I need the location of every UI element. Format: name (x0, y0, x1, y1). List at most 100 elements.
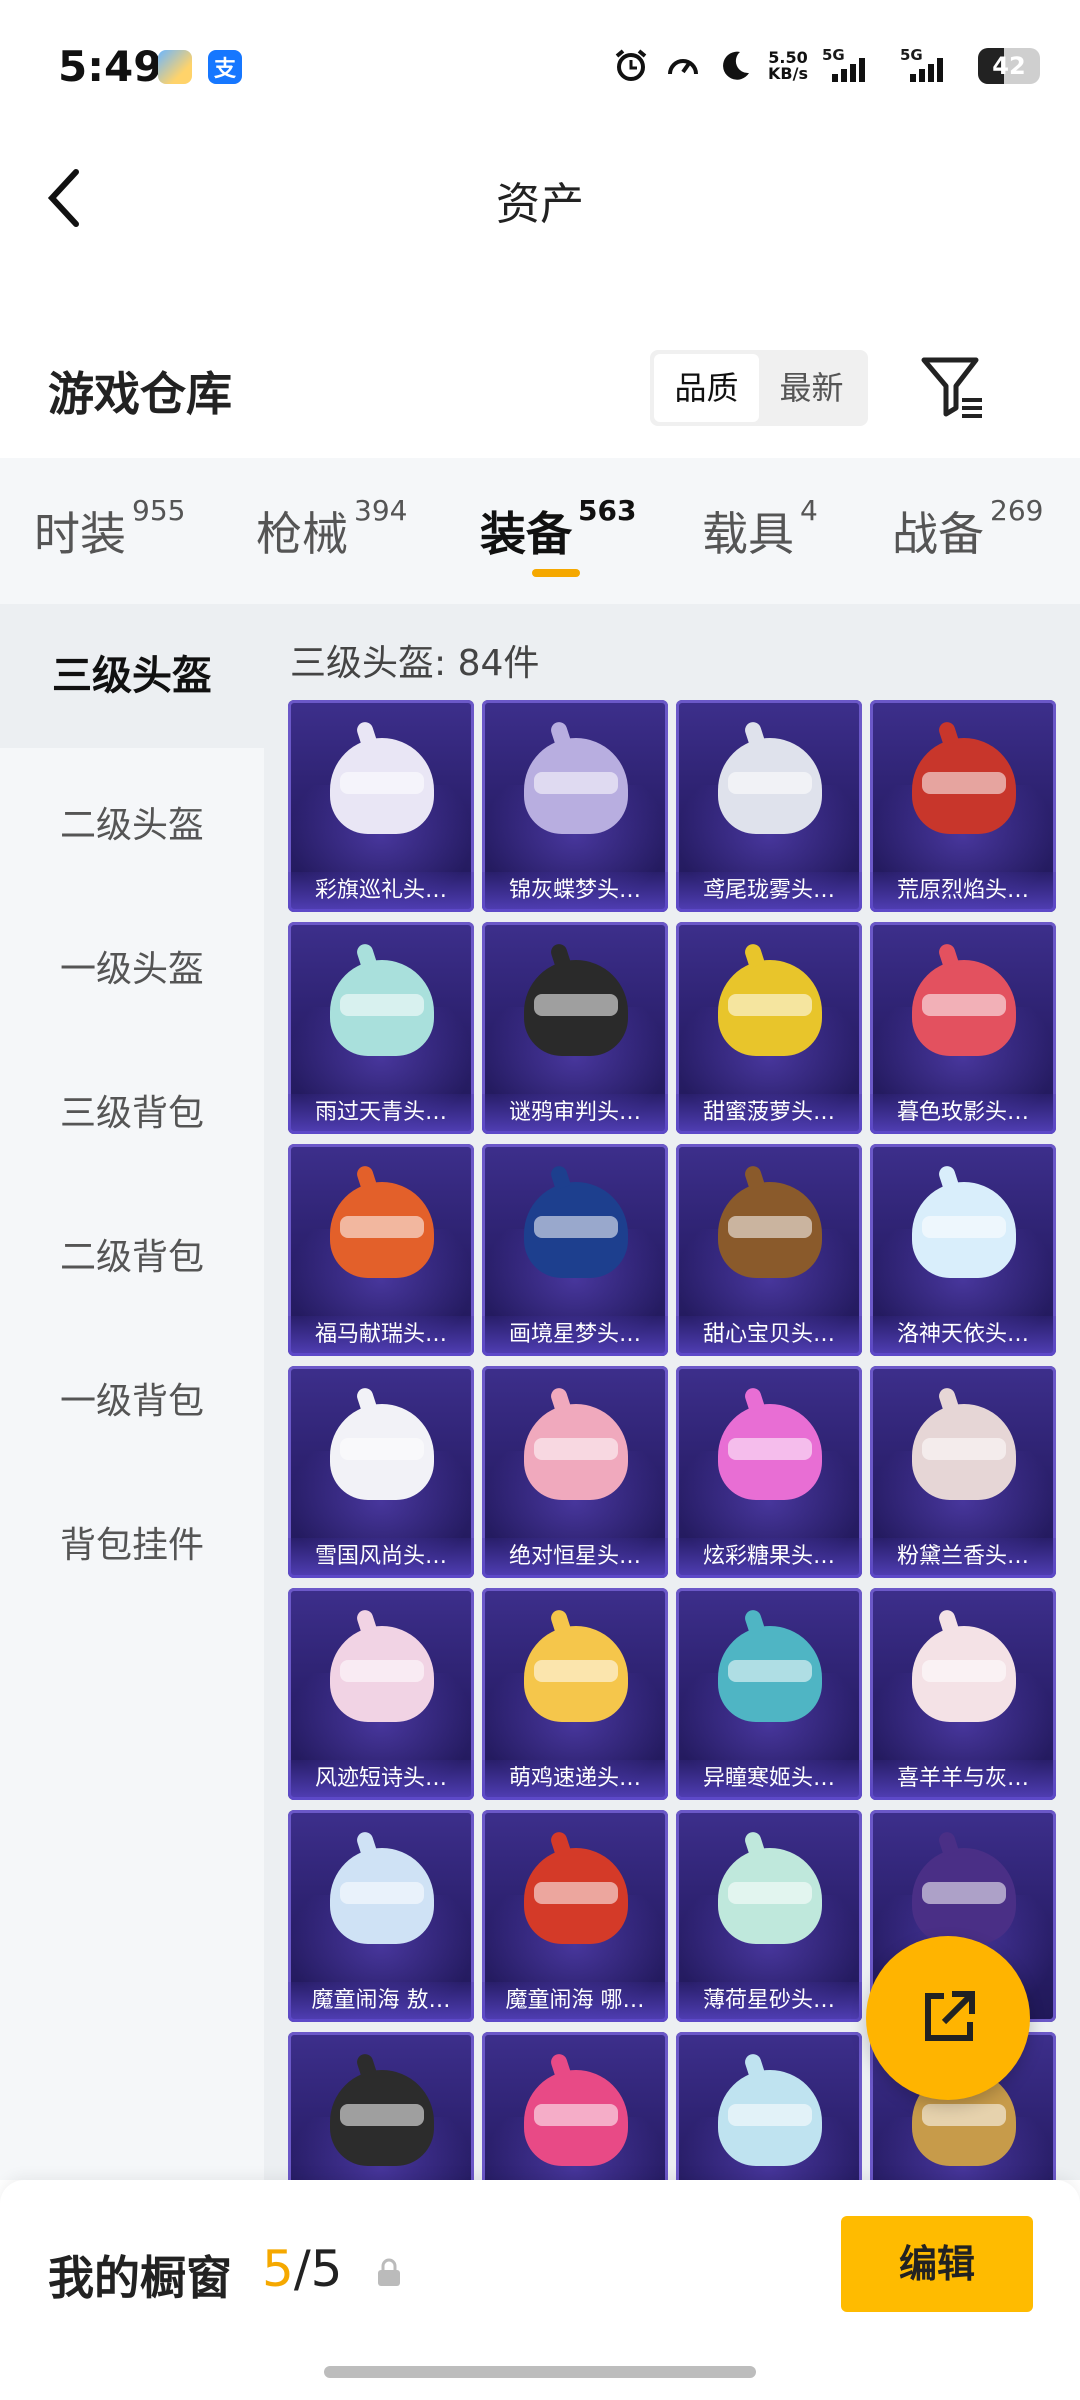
helmet-thumbnail (330, 1626, 434, 1722)
helmet-thumbnail (718, 1182, 822, 1278)
helmet-thumbnail (330, 738, 434, 834)
showcase-bar: 我的橱窗 5/5 编辑 (0, 2180, 1080, 2400)
helmet-item-card[interactable]: 雪国风尚头… (288, 1366, 474, 1578)
helmet-item-card[interactable]: 彩旗巡礼头… (288, 700, 474, 912)
helmet-item-card[interactable]: 粉黛兰香头… (870, 1366, 1056, 1578)
helmet-thumbnail (718, 1404, 822, 1500)
subcategory-sidebar: 三级头盔 二级头盔 一级头盔 三级背包 二级背包 一级背包 背包挂件 (0, 604, 264, 2180)
helmet-thumbnail (718, 960, 822, 1056)
battery-icon: 42 (978, 48, 1040, 84)
helmet-thumbnail (524, 2070, 628, 2166)
sidebar-item-level1-backpack[interactable]: 一级背包 (0, 1372, 264, 1424)
do-not-disturb-moon-icon (716, 47, 754, 85)
helmet-item-card[interactable] (288, 2032, 474, 2180)
helmet-thumbnail (912, 1626, 1016, 1722)
external-share-icon (925, 1991, 975, 2041)
helmet-item-card[interactable]: 锦灰蝶梦头… (482, 700, 668, 912)
category-tabs: 时装 955 枪械 394 装备 563 载具 4 战备 269 (0, 458, 1080, 604)
showcase-count: 5/5 (262, 2240, 343, 2298)
helmet-thumbnail (912, 1404, 1016, 1500)
helmet-item-card[interactable] (676, 2032, 862, 2180)
helmet-item-card[interactable]: 魔童闹海 哪… (482, 1810, 668, 2022)
helmet-thumbnail (718, 2070, 822, 2166)
lock-icon (376, 2258, 402, 2288)
helmet-item-card[interactable]: 甜心宝贝头… (676, 1144, 862, 1356)
item-name: 雨过天青头… (288, 1094, 474, 1134)
status-bar: 5:49 支 5.50 KB/s 5G 5G 42 (0, 0, 1080, 140)
alarm-icon (612, 47, 650, 85)
active-tab-indicator (532, 569, 580, 577)
helmet-thumbnail (912, 1182, 1016, 1278)
helmet-item-card[interactable]: 魔童闹海 敖… (288, 1810, 474, 2022)
item-name: 魔童闹海 敖… (288, 1982, 474, 2022)
helmet-item-card[interactable]: 谜鸦审判头… (482, 922, 668, 1134)
sidebar-item-backpack-charm[interactable]: 背包挂件 (0, 1516, 264, 1568)
item-name: 风迹短诗头… (288, 1760, 474, 1800)
battery-level: 42 (992, 52, 1026, 80)
helmet-item-card[interactable]: 暮色玫影头… (870, 922, 1056, 1134)
sidebar-item-level2-backpack[interactable]: 二级背包 (0, 1228, 264, 1280)
helmet-thumbnail (718, 1848, 822, 1944)
helmet-item-card[interactable]: 洛神天依头… (870, 1144, 1056, 1356)
helmet-thumbnail (524, 738, 628, 834)
tab-equipment[interactable]: 装备 563 (480, 494, 636, 564)
helmet-item-card[interactable]: 甜蜜菠萝头… (676, 922, 862, 1134)
helmet-item-card[interactable]: 福马献瑞头… (288, 1144, 474, 1356)
sidebar-item-level3-backpack[interactable]: 三级背包 (0, 1084, 264, 1136)
item-count-label: 三级头盔: 84件 (290, 643, 540, 684)
sidebar-item-level1-helmet[interactable]: 一级头盔 (0, 940, 264, 992)
share-fab-button[interactable] (866, 1936, 1030, 2100)
tab-vehicles[interactable]: 载具 4 (702, 494, 818, 564)
helmet-thumbnail (330, 1404, 434, 1500)
tab-supplies[interactable]: 战备 269 (892, 494, 1043, 564)
helmet-item-card[interactable]: 荒原烈焰头… (870, 700, 1056, 912)
sort-newest-button[interactable]: 最新 (759, 354, 864, 422)
helmet-thumbnail (718, 1626, 822, 1722)
network-speed: 5.50 KB/s (768, 48, 808, 83)
helmet-item-card[interactable]: 画境星梦头… (482, 1144, 668, 1356)
item-name: 甜心宝贝头… (676, 1316, 862, 1356)
item-name: 异瞳寒姬头… (676, 1760, 862, 1800)
helmet-item-card[interactable] (482, 2032, 668, 2180)
warehouse-title: 游戏仓库 (48, 367, 232, 421)
edit-button[interactable]: 编辑 (841, 2216, 1033, 2312)
signal-sim2-icon: 5G (900, 46, 964, 86)
speedometer-icon (664, 47, 702, 85)
helmet-item-card[interactable]: 风迹短诗头… (288, 1588, 474, 1800)
helmet-thumbnail (912, 1848, 1016, 1944)
item-name: 暮色玫影头… (870, 1094, 1056, 1134)
helmet-thumbnail (524, 1848, 628, 1944)
item-name: 薄荷星砂头… (676, 1982, 862, 2022)
item-name: 锦灰蝶梦头… (482, 872, 668, 912)
item-name: 画境星梦头… (482, 1316, 668, 1356)
helmet-item-card[interactable]: 异瞳寒姬头… (676, 1588, 862, 1800)
sidebar-item-level2-helmet[interactable]: 二级头盔 (0, 796, 264, 848)
status-time: 5:49 (58, 42, 163, 91)
item-name: 喜羊羊与灰… (870, 1760, 1056, 1800)
helmet-item-card[interactable]: 鸢尾珑雾头… (676, 700, 862, 912)
item-name: 洛神天依头… (870, 1316, 1056, 1356)
tab-fashion[interactable]: 时装 955 (34, 494, 185, 564)
helmet-thumbnail (330, 960, 434, 1056)
sidebar-item-level3-helmet[interactable]: 三级头盔 (0, 604, 264, 748)
helmet-thumbnail (718, 738, 822, 834)
helmet-item-card[interactable]: 炫彩糖果头… (676, 1366, 862, 1578)
filter-icon[interactable] (918, 352, 988, 422)
helmet-item-card[interactable]: 绝对恒星头… (482, 1366, 668, 1578)
helmet-item-card[interactable]: 雨过天青头… (288, 922, 474, 1134)
helmet-item-card[interactable]: 萌鸡速递头… (482, 1588, 668, 1800)
sort-quality-button[interactable]: 品质 (654, 354, 759, 422)
item-name: 绝对恒星头… (482, 1538, 668, 1578)
helmet-item-card[interactable]: 喜羊羊与灰… (870, 1588, 1056, 1800)
signal-sim1-icon: 5G (822, 46, 886, 86)
helmet-thumbnail (330, 1848, 434, 1944)
home-indicator[interactable] (324, 2366, 756, 2378)
item-name: 鸢尾珑雾头… (676, 872, 862, 912)
item-name: 彩旗巡礼头… (288, 872, 474, 912)
item-name: 甜蜜菠萝头… (676, 1094, 862, 1134)
tab-weapons[interactable]: 枪械 394 (256, 494, 407, 564)
helmet-item-card[interactable]: 薄荷星砂头… (676, 1810, 862, 2022)
item-name: 谜鸦审判头… (482, 1094, 668, 1134)
helmet-thumbnail (330, 1182, 434, 1278)
page-title: 资产 (496, 179, 584, 230)
